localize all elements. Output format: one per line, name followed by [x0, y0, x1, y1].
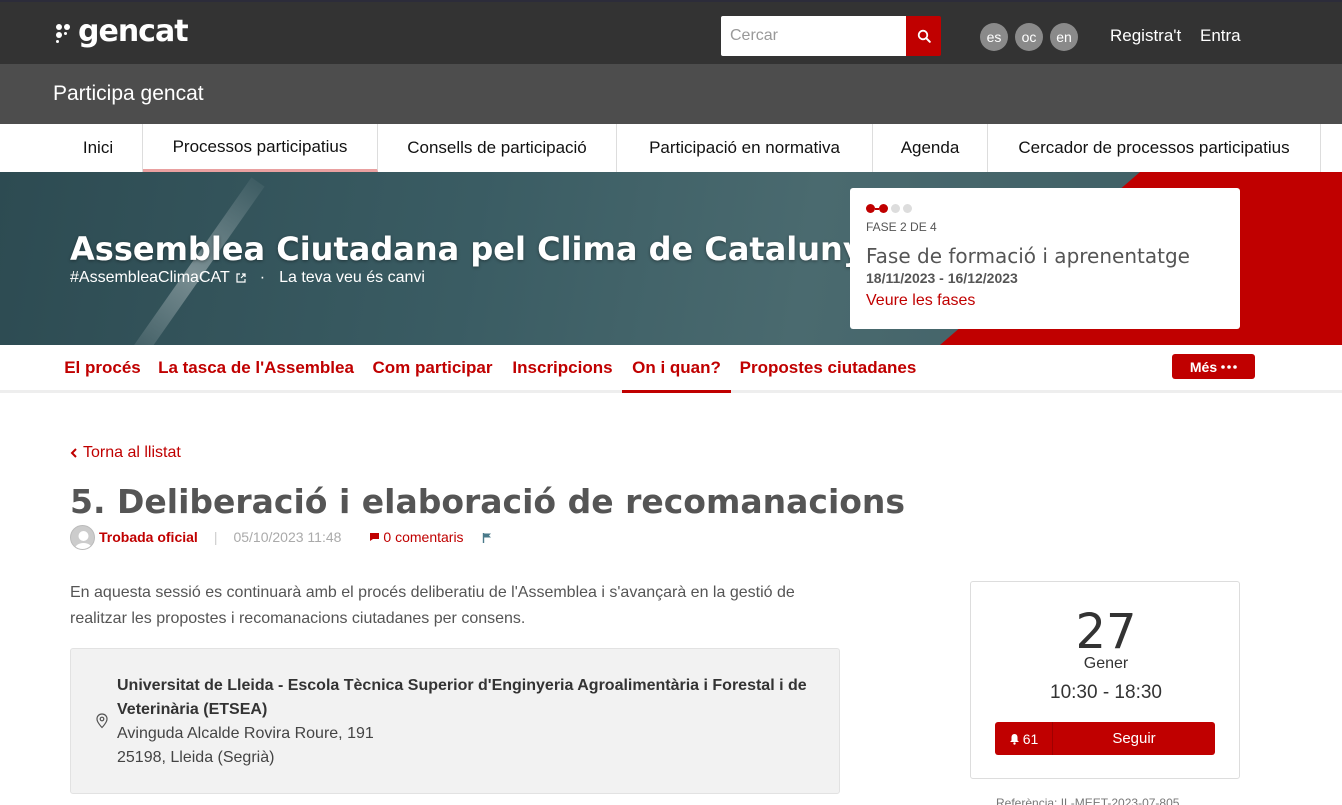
follow-label: Seguir: [1112, 730, 1156, 747]
process-title: Assemblea Ciutadana pel Clima de Catalun…: [70, 230, 886, 268]
location-address: Avinguda Alcalde Rovira Roure, 191 25198…: [117, 722, 374, 770]
process-nav-la-tasca[interactable]: La tasca de l'Assemblea: [150, 345, 362, 390]
process-navigation: El procés La tasca de l'Assemblea Com pa…: [0, 345, 1342, 393]
view-phases-link[interactable]: Veure les fases: [866, 292, 975, 310]
user-icon: [74, 530, 93, 549]
meeting-description: En aquesta sessió es continuarà amb el p…: [70, 584, 795, 627]
external-link-icon: [236, 273, 246, 283]
event-date-card: 27 Gener 10:30 - 18:30 61 Seguir: [970, 581, 1240, 779]
main-nav-cercador[interactable]: Cercador de processos participatius: [988, 124, 1321, 172]
back-label: Torna al llistat: [83, 444, 181, 461]
login-link[interactable]: Entra: [1200, 26, 1241, 46]
main-nav-inici[interactable]: Inici: [54, 124, 143, 172]
location-name: Universitat de Lleida - Escola Tècnica S…: [117, 677, 807, 718]
phase-dates: 18/11/2023 - 16/12/2023: [866, 270, 1018, 286]
phase-dot: [879, 204, 888, 213]
main-nav-consells-de-participacio[interactable]: Consells de participació: [378, 124, 617, 172]
follow-button[interactable]: 61 Seguir: [995, 722, 1215, 755]
flag-icon: [482, 532, 491, 543]
comments-link[interactable]: 0 comentaris: [369, 529, 464, 545]
main-nav-agenda[interactable]: Agenda: [873, 124, 988, 172]
more-menu-button[interactable]: Més: [1172, 354, 1255, 379]
chevron-left-icon: [70, 448, 77, 458]
phase-dot: [891, 204, 900, 213]
language-en[interactable]: en: [1050, 23, 1078, 51]
process-nav-com-participar[interactable]: Com participar: [362, 345, 503, 390]
logo-text: gencat: [78, 14, 189, 49]
followers-count: 61: [995, 722, 1053, 755]
phase-name: Fase de formació i aprenentatge: [866, 244, 1190, 268]
report-button[interactable]: [482, 532, 492, 543]
language-es[interactable]: es: [980, 23, 1008, 51]
site-title[interactable]: Participa gencat: [53, 82, 204, 106]
event-day: 27: [1075, 604, 1137, 660]
process-hashtag[interactable]: #AssembleaClimaCAT: [70, 269, 230, 287]
author-avatar: [70, 524, 95, 550]
site-subheader: Participa gencat: [0, 64, 1342, 124]
search-icon: [917, 29, 931, 43]
process-nav-inscripcions[interactable]: Inscripcions: [503, 345, 622, 390]
main-nav-participacio-en-normativa[interactable]: Participació en normativa: [617, 124, 873, 172]
bell-icon: [1009, 733, 1019, 745]
phase-progress-dots: [866, 204, 915, 213]
location-box: Universitat de Lleida - Escola Tècnica S…: [70, 648, 840, 794]
back-to-list-link[interactable]: Torna al llistat: [70, 444, 181, 462]
map-pin-icon: [96, 713, 108, 729]
publish-date: 05/10/2023 11:48: [233, 529, 342, 545]
process-nav-propostes-ciutadanes[interactable]: Propostes ciutadanes: [731, 345, 925, 390]
author-name[interactable]: Trobada oficial: [99, 529, 198, 545]
phase-card: FASE 2 DE 4 Fase de formació i aprenenta…: [850, 188, 1240, 329]
language-oc[interactable]: oc: [1015, 23, 1043, 51]
process-nav-on-i-quan[interactable]: On i quan?: [622, 345, 731, 393]
process-subtitle: #AssembleaClimaCAT · La teva veu és canv…: [70, 269, 425, 287]
phase-dot: [903, 204, 912, 213]
more-button-label: Més: [1189, 358, 1218, 375]
address-line-2: 25198, Lleida (Segrià): [117, 749, 275, 766]
search-form: [721, 16, 941, 56]
meeting-reference: Referència: IL-MEET-2023-07-805: [996, 796, 1180, 805]
meta-divider: |: [213, 529, 218, 545]
comments-count: 0 comentaris: [383, 529, 464, 545]
event-month: Gener: [1083, 655, 1129, 672]
language-switcher: es oc en: [980, 23, 1078, 51]
meeting-meta: Trobada oficial | 05/10/2023 11:48 0 com…: [70, 524, 492, 550]
phase-counter: FASE 2 DE 4: [866, 220, 937, 234]
event-time: 10:30 - 18:30: [1050, 682, 1162, 703]
process-nav-el-proces[interactable]: El procés: [55, 345, 150, 390]
search-input[interactable]: [721, 16, 906, 56]
subtitle-separator: ·: [259, 269, 266, 286]
phase-dot: [866, 204, 875, 213]
main-navigation: Inici Processos participatius Consells d…: [0, 124, 1342, 172]
search-button[interactable]: [906, 16, 941, 56]
comment-icon: [370, 533, 380, 541]
followers-number: 61: [1022, 730, 1039, 747]
gencat-logo[interactable]: gencat: [54, 14, 189, 49]
gencat-logo-icon: [54, 21, 76, 43]
process-slogan: La teva veu és canvi: [279, 269, 425, 286]
top-bar: gencat es oc en Registra't Entra: [0, 0, 1342, 64]
register-link[interactable]: Registra't: [1110, 26, 1181, 46]
ellipsis-icon: [1221, 364, 1237, 369]
meeting-title: 5. Deliberació i elaboració de recomanac…: [70, 482, 906, 521]
main-nav-processos-participatius[interactable]: Processos participatius: [143, 124, 378, 172]
address-line-1: Avinguda Alcalde Rovira Roure, 191: [117, 725, 374, 742]
